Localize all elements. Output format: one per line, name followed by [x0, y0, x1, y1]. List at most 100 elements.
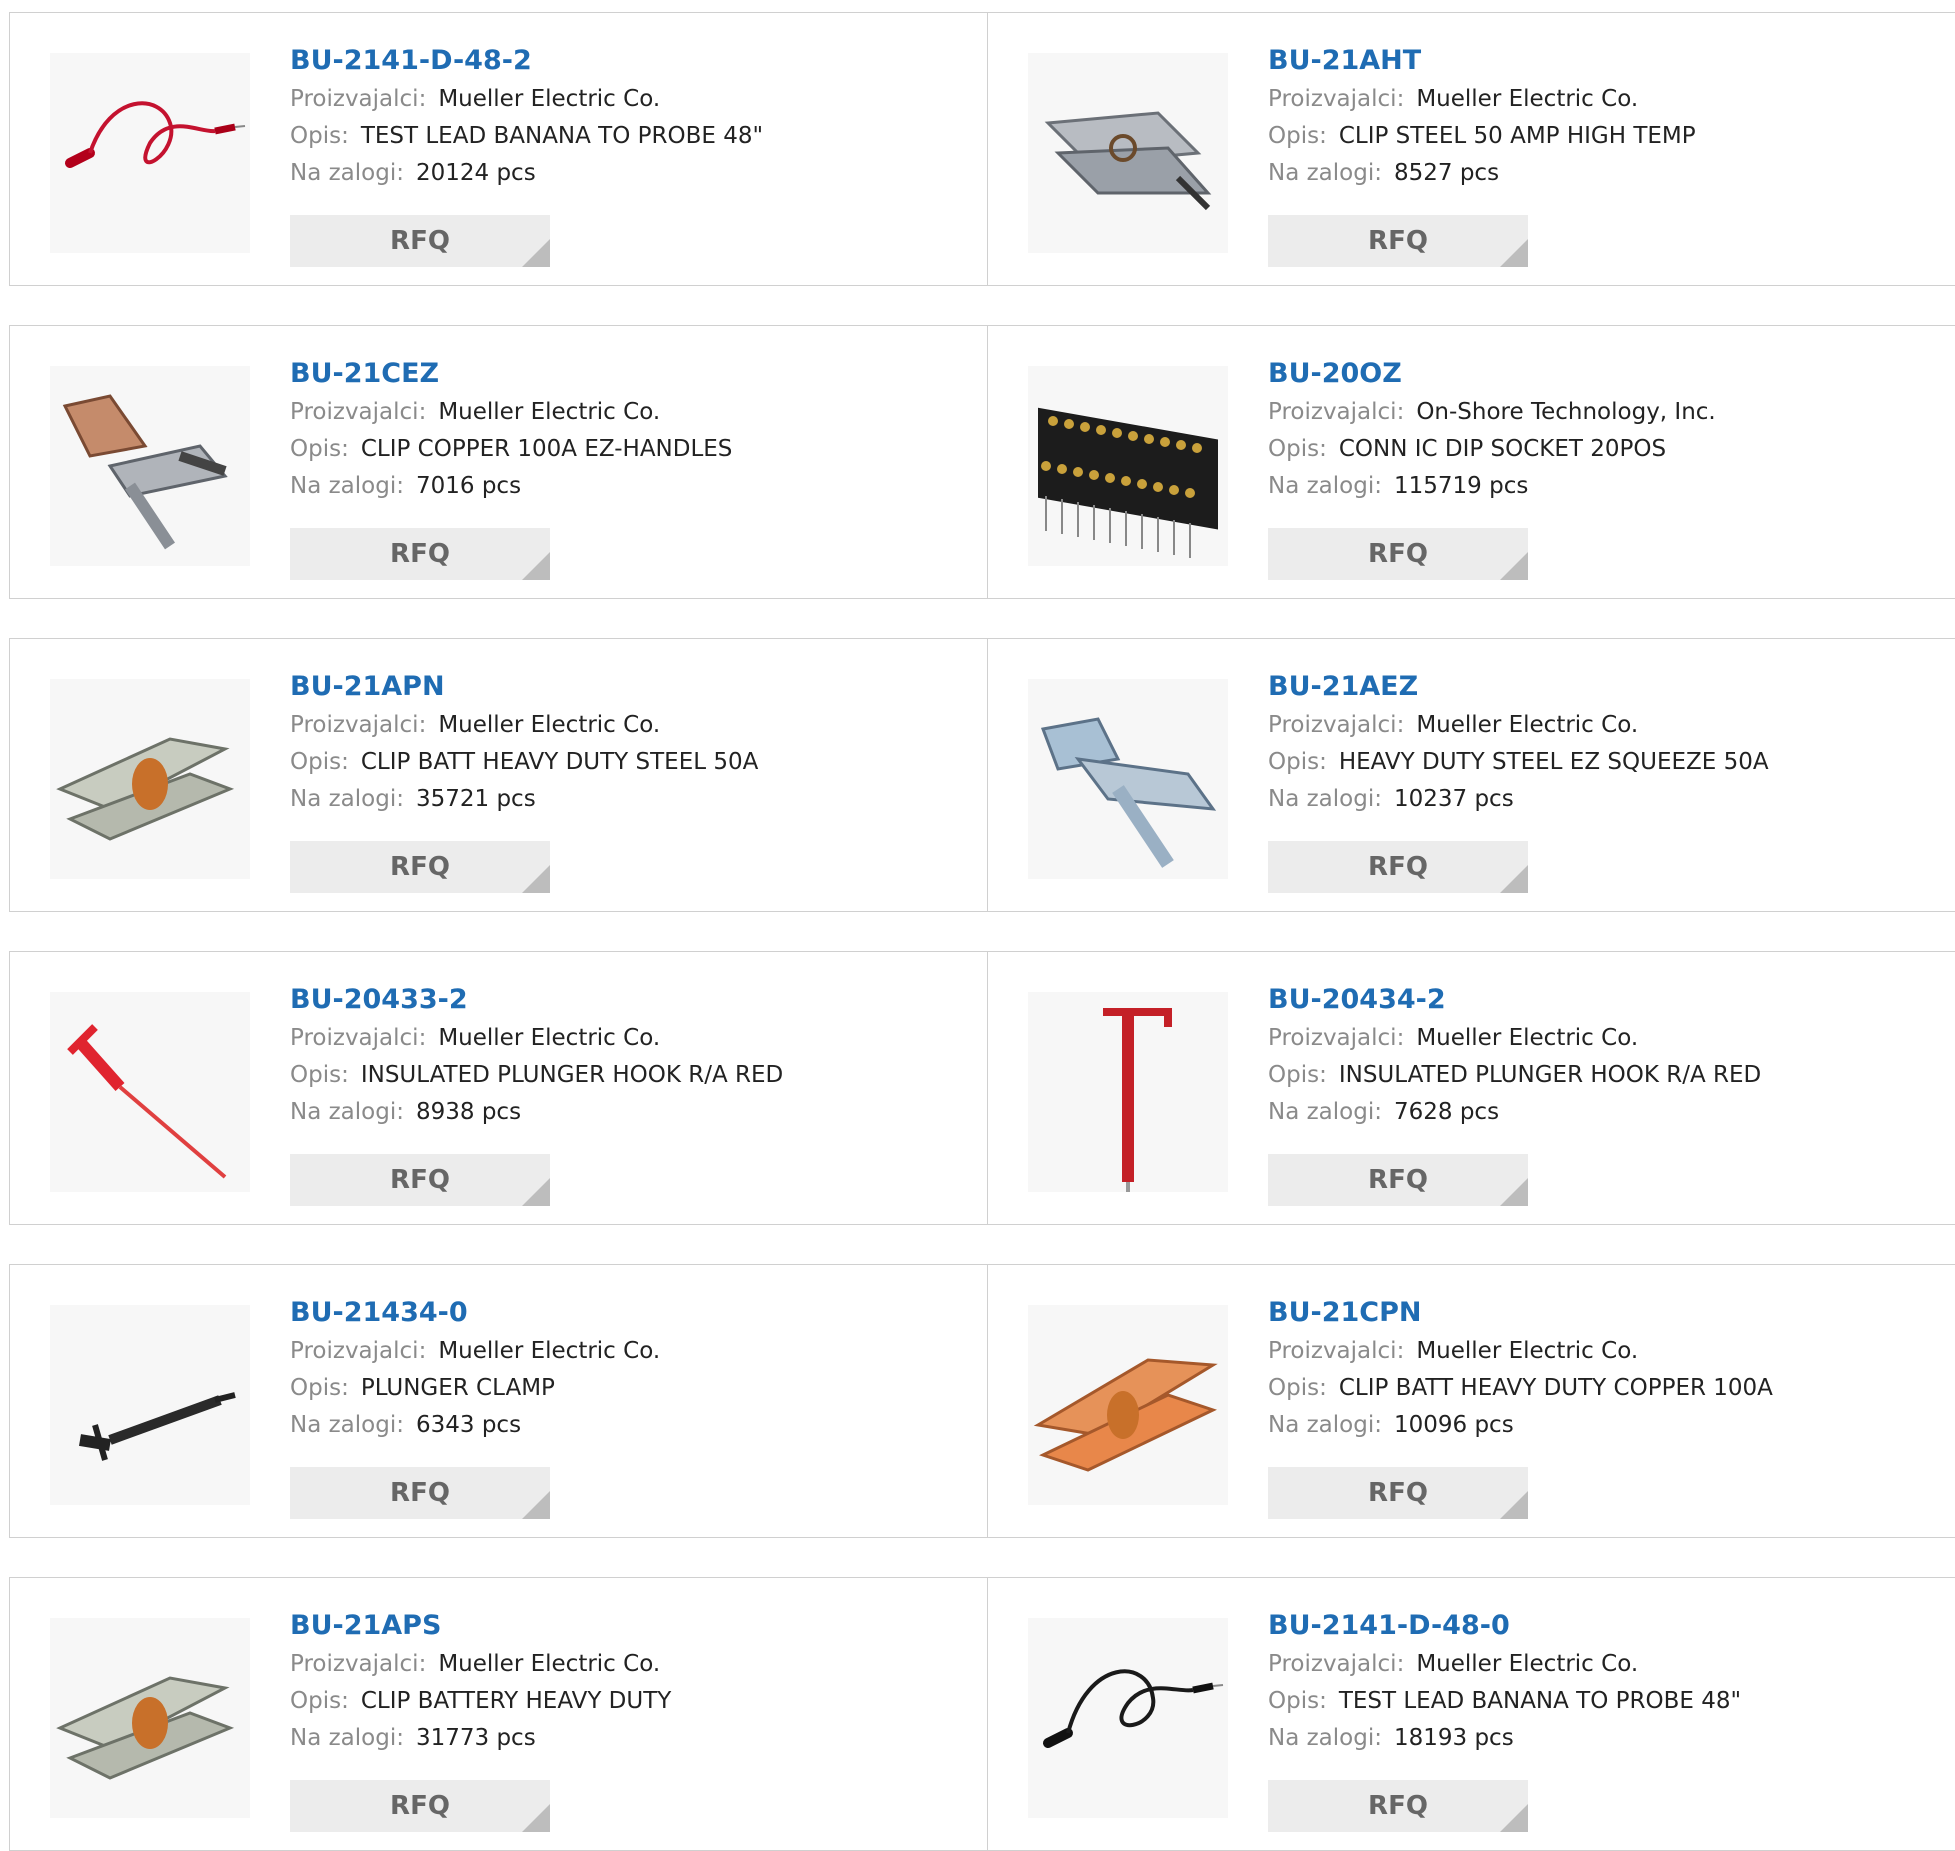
stock-value: 18193 pcs: [1393, 1725, 1514, 1751]
product-image[interactable]: [50, 679, 250, 879]
stock-label: Na zalogi:: [290, 473, 404, 499]
product-image[interactable]: [1028, 1305, 1228, 1505]
product-image[interactable]: [1028, 992, 1228, 1192]
stock-value: 7628 pcs: [1393, 1099, 1500, 1125]
description-line: Opis: TEST LEAD BANANA TO PROBE 48": [1268, 1683, 1741, 1720]
rfq-button-label: RFQ: [1368, 852, 1428, 882]
manufacturer-value: Mueller Electric Co.: [1416, 712, 1639, 738]
corner-triangle-icon: [522, 1491, 550, 1519]
product-image[interactable]: [1028, 366, 1228, 566]
ez-squeeze-clip-icon: [1040, 717, 1217, 868]
stock-value: 35721 pcs: [415, 786, 536, 812]
product-image[interactable]: [1028, 53, 1228, 253]
product-row: BU-20433-2 Proizvajalci: Mueller Electric …: [9, 951, 1955, 1225]
part-number-link[interactable]: BU-21CPN: [1268, 1293, 1773, 1333]
description-value: INSULATED PLUNGER HOOK R/A RED: [360, 1062, 784, 1088]
description-line: Opis: INSULATED PLUNGER HOOK R/A RED: [1268, 1057, 1761, 1094]
rfq-button[interactable]: RFQ: [290, 215, 550, 267]
stock-line: Na zalogi: 7016 pcs: [290, 468, 732, 505]
rfq-button[interactable]: RFQ: [290, 1467, 550, 1519]
description-line: Opis: HEAVY DUTY STEEL EZ SQUEEZE 50A: [1268, 744, 1769, 781]
stock-line: Na zalogi: 10237 pcs: [1268, 781, 1769, 818]
copper-battery-clip-icon: [1033, 1358, 1218, 1472]
stock-label: Na zalogi:: [290, 160, 404, 186]
rfq-button[interactable]: RFQ: [1268, 1780, 1528, 1832]
part-number-link[interactable]: BU-21APN: [290, 667, 758, 707]
manufacturer-value: Mueller Electric Co.: [1416, 1025, 1639, 1051]
product-info: BU-2141-D-48-2 Proizvajalci: Mueller Elect…: [290, 41, 763, 192]
stock-value: 20124 pcs: [415, 160, 536, 186]
manufacturer-label: Proizvajalci:: [1268, 1651, 1405, 1677]
product-card: BU-21434-0 Proizvajalci: Mueller Electric …: [10, 1265, 988, 1537]
rfq-button[interactable]: RFQ: [1268, 528, 1528, 580]
part-number-link[interactable]: BU-20434-2: [1268, 980, 1761, 1020]
manufacturer-line: Proizvajalci: Mueller Electric Co.: [290, 81, 763, 118]
part-number-link[interactable]: BU-21AHT: [1268, 41, 1696, 81]
part-number-link[interactable]: BU-21AEZ: [1268, 667, 1769, 707]
manufacturer-value: Mueller Electric Co.: [438, 1338, 661, 1364]
description-value: CONN IC DIP SOCKET 20POS: [1338, 436, 1667, 462]
product-card: BU-21AHT Proizvajalci: Mueller Electric Co…: [988, 13, 1955, 285]
stock-label: Na zalogi:: [1268, 473, 1382, 499]
part-number-link[interactable]: BU-21434-0: [290, 1293, 660, 1333]
stock-label: Na zalogi:: [1268, 1099, 1382, 1125]
manufacturer-value: Mueller Electric Co.: [1416, 1651, 1639, 1677]
part-number-link[interactable]: BU-20OZ: [1268, 354, 1716, 394]
test-lead-black-icon: [1043, 1669, 1224, 1748]
corner-triangle-icon: [1500, 865, 1528, 893]
description-value: TEST LEAD BANANA TO PROBE 48": [360, 123, 764, 149]
rfq-button[interactable]: RFQ: [290, 1780, 550, 1832]
product-info: BU-20433-2 Proizvajalci: Mueller Electric …: [290, 980, 783, 1131]
manufacturer-value: Mueller Electric Co.: [438, 399, 661, 425]
stock-value: 8938 pcs: [415, 1099, 522, 1125]
stock-line: Na zalogi: 18193 pcs: [1268, 1720, 1741, 1757]
part-number-link[interactable]: BU-2141-D-48-0: [1268, 1606, 1741, 1646]
product-image[interactable]: [50, 1618, 250, 1818]
stock-line: Na zalogi: 35721 pcs: [290, 781, 758, 818]
product-image[interactable]: [1028, 1618, 1228, 1818]
manufacturer-line: Proizvajalci: Mueller Electric Co.: [1268, 1333, 1773, 1370]
description-value: CLIP BATT HEAVY DUTY STEEL 50A: [360, 749, 759, 775]
rfq-button[interactable]: RFQ: [1268, 1467, 1528, 1519]
stock-label: Na zalogi:: [290, 1725, 404, 1751]
part-number-link[interactable]: BU-21CEZ: [290, 354, 732, 394]
stock-line: Na zalogi: 8527 pcs: [1268, 155, 1696, 192]
rfq-button[interactable]: RFQ: [1268, 215, 1528, 267]
product-image[interactable]: [50, 1305, 250, 1505]
part-number-link[interactable]: BU-2141-D-48-2: [290, 41, 763, 81]
product-info: BU-20434-2 Proizvajalci: Mueller Electric …: [1268, 980, 1761, 1131]
manufacturer-line: Proizvajalci: Mueller Electric Co.: [290, 1333, 660, 1370]
part-number-link[interactable]: BU-20433-2: [290, 980, 783, 1020]
product-image[interactable]: [50, 53, 250, 253]
rfq-button-label: RFQ: [1368, 1165, 1428, 1195]
part-number-link[interactable]: BU-21APS: [290, 1606, 671, 1646]
stock-value: 10096 pcs: [1393, 1412, 1514, 1438]
description-line: Opis: TEST LEAD BANANA TO PROBE 48": [290, 118, 763, 155]
product-image[interactable]: [1028, 679, 1228, 879]
rfq-button[interactable]: RFQ: [290, 841, 550, 893]
manufacturer-label: Proizvajalci:: [290, 1025, 427, 1051]
description-line: Opis: CLIP BATT HEAVY DUTY STEEL 50A: [290, 744, 758, 781]
product-card: BU-2141-D-48-0 Proizvajalci: Mueller Elect…: [988, 1578, 1955, 1850]
description-line: Opis: CLIP BATT HEAVY DUTY COPPER 100A: [1268, 1370, 1773, 1407]
manufacturer-value: Mueller Electric Co.: [1416, 1338, 1639, 1364]
manufacturer-label: Proizvajalci:: [290, 399, 427, 425]
product-image[interactable]: [50, 992, 250, 1192]
manufacturer-line: Proizvajalci: On-Shore Technology, Inc.: [1268, 394, 1716, 431]
test-lead-red-icon: [65, 101, 246, 168]
product-row: BU-21434-0 Proizvajalci: Mueller Electric …: [9, 1264, 1955, 1538]
description-label: Opis:: [1268, 436, 1327, 462]
rfq-button-label: RFQ: [390, 1791, 450, 1821]
rfq-button[interactable]: RFQ: [1268, 1154, 1528, 1206]
rfq-button[interactable]: RFQ: [290, 528, 550, 580]
product-row: BU-21CEZ Proizvajalci: Mueller Electric Co…: [9, 325, 1955, 599]
corner-triangle-icon: [1500, 1178, 1528, 1206]
description-line: Opis: CONN IC DIP SOCKET 20POS: [1268, 431, 1716, 468]
stock-line: Na zalogi: 20124 pcs: [290, 155, 763, 192]
description-value: CLIP BATT HEAVY DUTY COPPER 100A: [1338, 1375, 1773, 1401]
rfq-button[interactable]: RFQ: [1268, 841, 1528, 893]
product-image[interactable]: [50, 366, 250, 566]
stock-label: Na zalogi:: [290, 786, 404, 812]
rfq-button[interactable]: RFQ: [290, 1154, 550, 1206]
corner-triangle-icon: [522, 552, 550, 580]
